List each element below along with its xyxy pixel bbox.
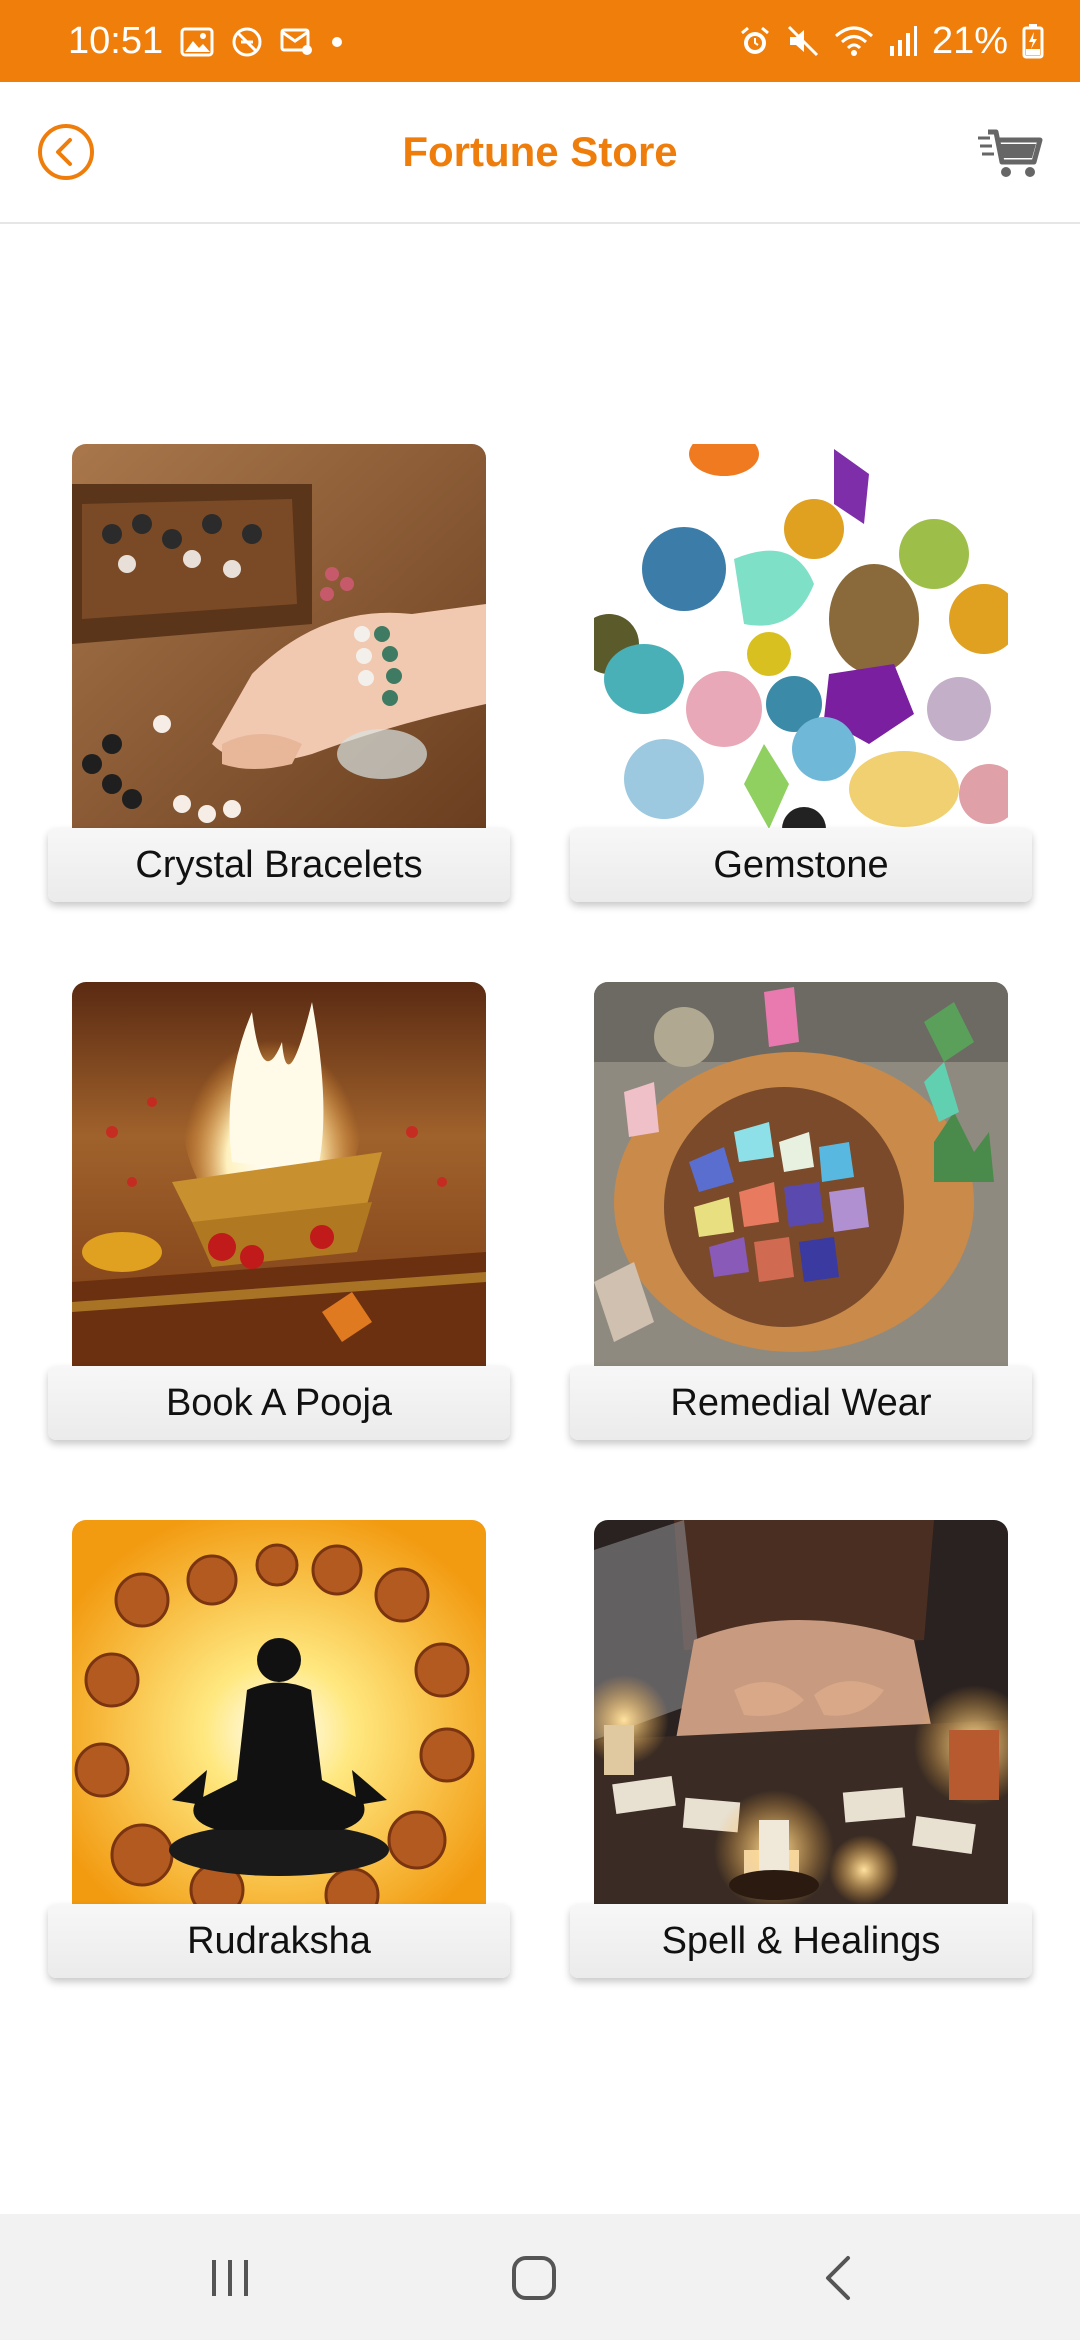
category-card-book-a-pooja[interactable]: Book A Pooja [48,982,516,1444]
status-bar: 10:51 21% [0,0,1080,82]
status-time: 10:51 [68,20,164,62]
remedial-crystals-image [594,982,1008,1367]
home-button[interactable] [504,2250,564,2306]
category-card-crystal-bracelets[interactable]: Crystal Bracelets [48,444,516,906]
category-label: Book A Pooja [48,1366,510,1440]
system-back-button[interactable] [810,2250,870,2306]
system-nav-bar [0,2214,1080,2340]
category-card-rudraksha[interactable]: Rudraksha [48,1520,516,1982]
battery-charging-icon [1022,23,1044,59]
page-title: Fortune Store [402,128,678,175]
battery-percent: 21% [931,20,1008,62]
status-left-icons [180,20,344,64]
gemstone-image [594,444,1008,829]
category-card-gemstone[interactable]: Gemstone [570,444,1038,906]
mail-settings-icon [280,27,314,57]
recent-apps-icon [212,2260,248,2296]
category-label: Gemstone [570,828,1032,902]
spell-candles-image [594,1520,1008,1905]
cart-icon [978,129,1043,177]
mute-icon [786,24,820,58]
home-icon [512,2256,556,2300]
rudraksha-meditation-image [72,1520,486,1905]
dot-icon [330,35,344,49]
alarm-icon [738,24,772,58]
category-label: Spell & Healings [570,1904,1032,1978]
app-header: Fortune Store [0,82,1080,224]
category-label: Remedial Wear [570,1366,1032,1440]
pooja-fire-image [72,982,486,1367]
image-icon [180,27,214,57]
status-right-icons: 21% [738,16,1044,66]
recent-apps-button[interactable] [200,2250,260,2306]
wifi-icon [834,24,874,58]
back-icon [826,2256,850,2300]
crystal-bracelets-image [72,444,486,829]
signal-icon [888,24,918,58]
category-card-remedial-wear[interactable]: Remedial Wear [570,982,1038,1444]
category-label: Crystal Bracelets [48,828,510,902]
category-card-spell-healings[interactable]: Spell & Healings [570,1520,1038,1982]
cart-button[interactable] [978,122,1044,184]
sync-off-icon [230,25,264,59]
category-label: Rudraksha [48,1904,510,1978]
